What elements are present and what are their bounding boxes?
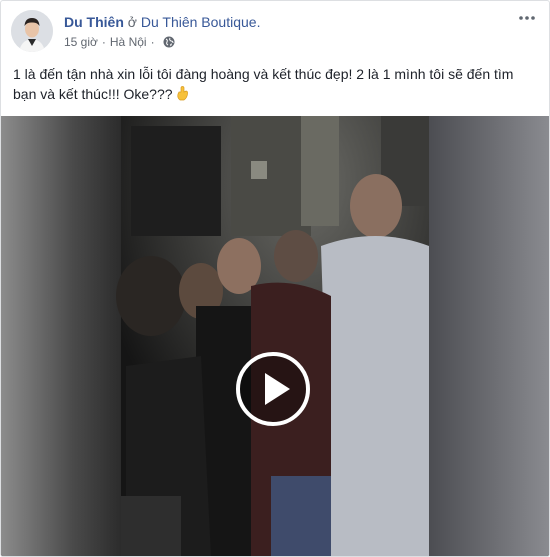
globe-icon[interactable] [163,36,175,48]
post-text: 1 là đến tận nhà xin lỗi tôi đàng hoàng … [13,64,533,105]
play-icon[interactable] [236,352,310,426]
page-name[interactable]: Du Thiên Boutique. [141,14,261,30]
post-location[interactable]: Hà Nội [110,35,147,49]
video-frame [1,116,549,556]
meta-separator: · [101,35,106,49]
post-meta: 15 giờ · Hà Nội · [64,35,175,49]
author-line: Du Thiên ở Du Thiên Boutique. [64,14,260,30]
avatar-image [11,10,53,52]
crossed-fingers-icon [176,85,189,105]
post-header: Du Thiên ở Du Thiên Boutique. 15 giờ · H… [11,10,539,54]
author-name[interactable]: Du Thiên [64,14,124,30]
post-card: Du Thiên ở Du Thiên Boutique. 15 giờ · H… [0,0,550,557]
post-time[interactable]: 15 giờ [64,35,98,49]
more-options-icon[interactable] [517,10,537,26]
at-word: ở [127,14,137,30]
video-player[interactable] [1,116,549,556]
post-message: 1 là đến tận nhà xin lỗi tôi đàng hoàng … [13,66,514,102]
meta-separator: · [150,35,155,49]
author-avatar[interactable] [11,10,53,52]
